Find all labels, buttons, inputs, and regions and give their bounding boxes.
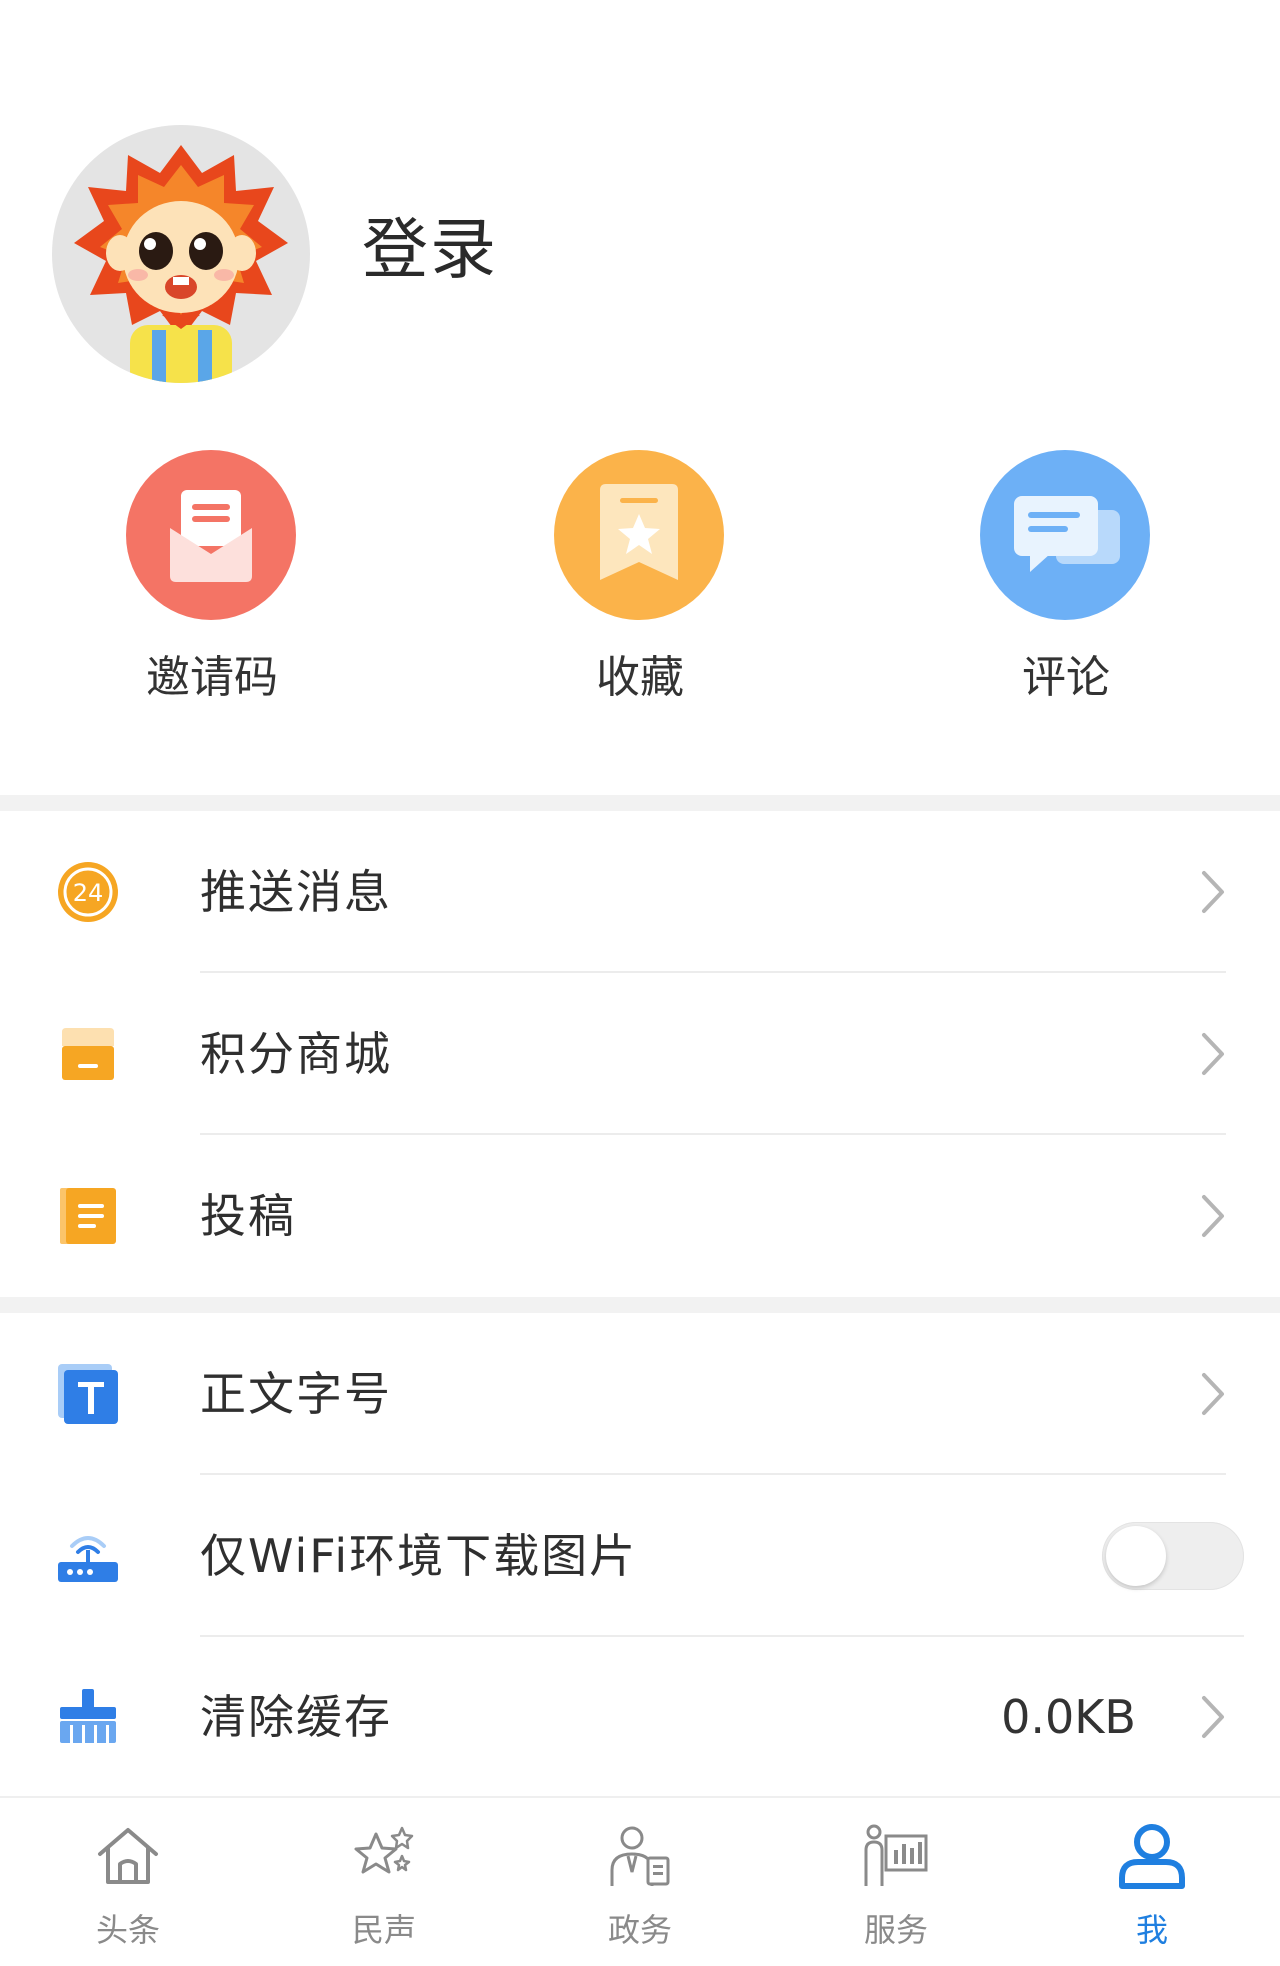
tab-voices[interactable]: 民声: [256, 1798, 512, 1966]
push-messages-label: 推送消息: [200, 865, 392, 919]
submit-article-row[interactable]: 投稿: [0, 1135, 1280, 1297]
chevron-right-icon: [1202, 1195, 1224, 1237]
chevron-right-icon: [1202, 1033, 1224, 1075]
wifi-images-toggle[interactable]: [1102, 1522, 1244, 1590]
tab-headlines[interactable]: 头条: [0, 1798, 256, 1966]
favorites-label: 收藏: [596, 652, 684, 703]
chevron-right-icon: [1202, 871, 1224, 913]
tab-label: 头条: [95, 1911, 160, 1949]
service-icon: [864, 1824, 928, 1886]
comments-label: 评论: [1022, 652, 1110, 703]
lion-mascot-icon: [74, 145, 288, 383]
chevron-right-icon: [1202, 1373, 1224, 1415]
section-divider: [0, 1297, 1280, 1313]
section-divider: [0, 795, 1280, 811]
bottom-tab-bar: 头条 民声 政务 服务 我: [0, 1796, 1280, 1966]
clear-cache-label: 清除缓存: [200, 1689, 392, 1744]
tab-label: 民声: [351, 1911, 416, 1949]
comments-button[interactable]: 评论: [916, 430, 1216, 730]
favorites-button[interactable]: 收藏: [490, 430, 790, 730]
document-icon: [56, 1184, 120, 1248]
points-mall-row[interactable]: 积分商城: [0, 973, 1280, 1135]
tab-label: 我: [1135, 1911, 1168, 1949]
shop-icon: [56, 1022, 120, 1086]
stars-icon: [354, 1826, 414, 1874]
home-icon: [98, 1828, 158, 1884]
font-size-row[interactable]: 正文字号: [0, 1313, 1280, 1475]
envelope-icon: [126, 450, 296, 620]
quick-actions: 邀请码 收藏 评论: [0, 430, 1280, 790]
push-messages-row[interactable]: 24 推送消息: [0, 811, 1280, 973]
broom-icon: [56, 1685, 120, 1749]
tab-label: 服务: [863, 1911, 928, 1949]
tab-government[interactable]: 政务: [512, 1798, 768, 1966]
points-mall-label: 积分商城: [200, 1027, 392, 1081]
clear-cache-row[interactable]: 清除缓存 0.0KB: [0, 1637, 1280, 1796]
profile-header: 登录: [0, 0, 1280, 400]
clock-24-icon: 24: [56, 860, 120, 924]
chat-bubbles-icon: [980, 450, 1150, 620]
login-label[interactable]: 登录: [362, 210, 498, 290]
invite-code-label: 邀请码: [146, 652, 278, 703]
submit-article-label: 投稿: [200, 1189, 296, 1243]
avatar[interactable]: [52, 125, 310, 383]
tab-me[interactable]: 我: [1024, 1798, 1280, 1966]
wifi-router-icon: [56, 1524, 120, 1588]
text-size-icon: [56, 1362, 120, 1426]
svg-text:24: 24: [73, 879, 104, 907]
tab-services[interactable]: 服务: [768, 1798, 1024, 1966]
bookmark-star-icon: [554, 450, 724, 620]
official-icon: [610, 1826, 670, 1886]
chevron-right-icon: [1202, 1695, 1224, 1738]
cache-size-value: 0.0KB: [1001, 1689, 1136, 1744]
font-size-label: 正文字号: [200, 1367, 392, 1421]
wifi-images-label: 仅WiFi环境下载图片: [200, 1529, 638, 1583]
invite-code-button[interactable]: 邀请码: [62, 430, 362, 730]
wifi-images-row: 仅WiFi环境下载图片: [0, 1475, 1280, 1637]
user-icon: [1119, 1824, 1185, 1889]
toggle-knob: [1106, 1526, 1166, 1586]
profile-page: 登录 邀请码 收藏 评论 24 推送消息 积分商城 投稿 正文字号 仅WiFi环…: [0, 0, 1280, 1966]
tab-label: 政务: [607, 1911, 672, 1949]
